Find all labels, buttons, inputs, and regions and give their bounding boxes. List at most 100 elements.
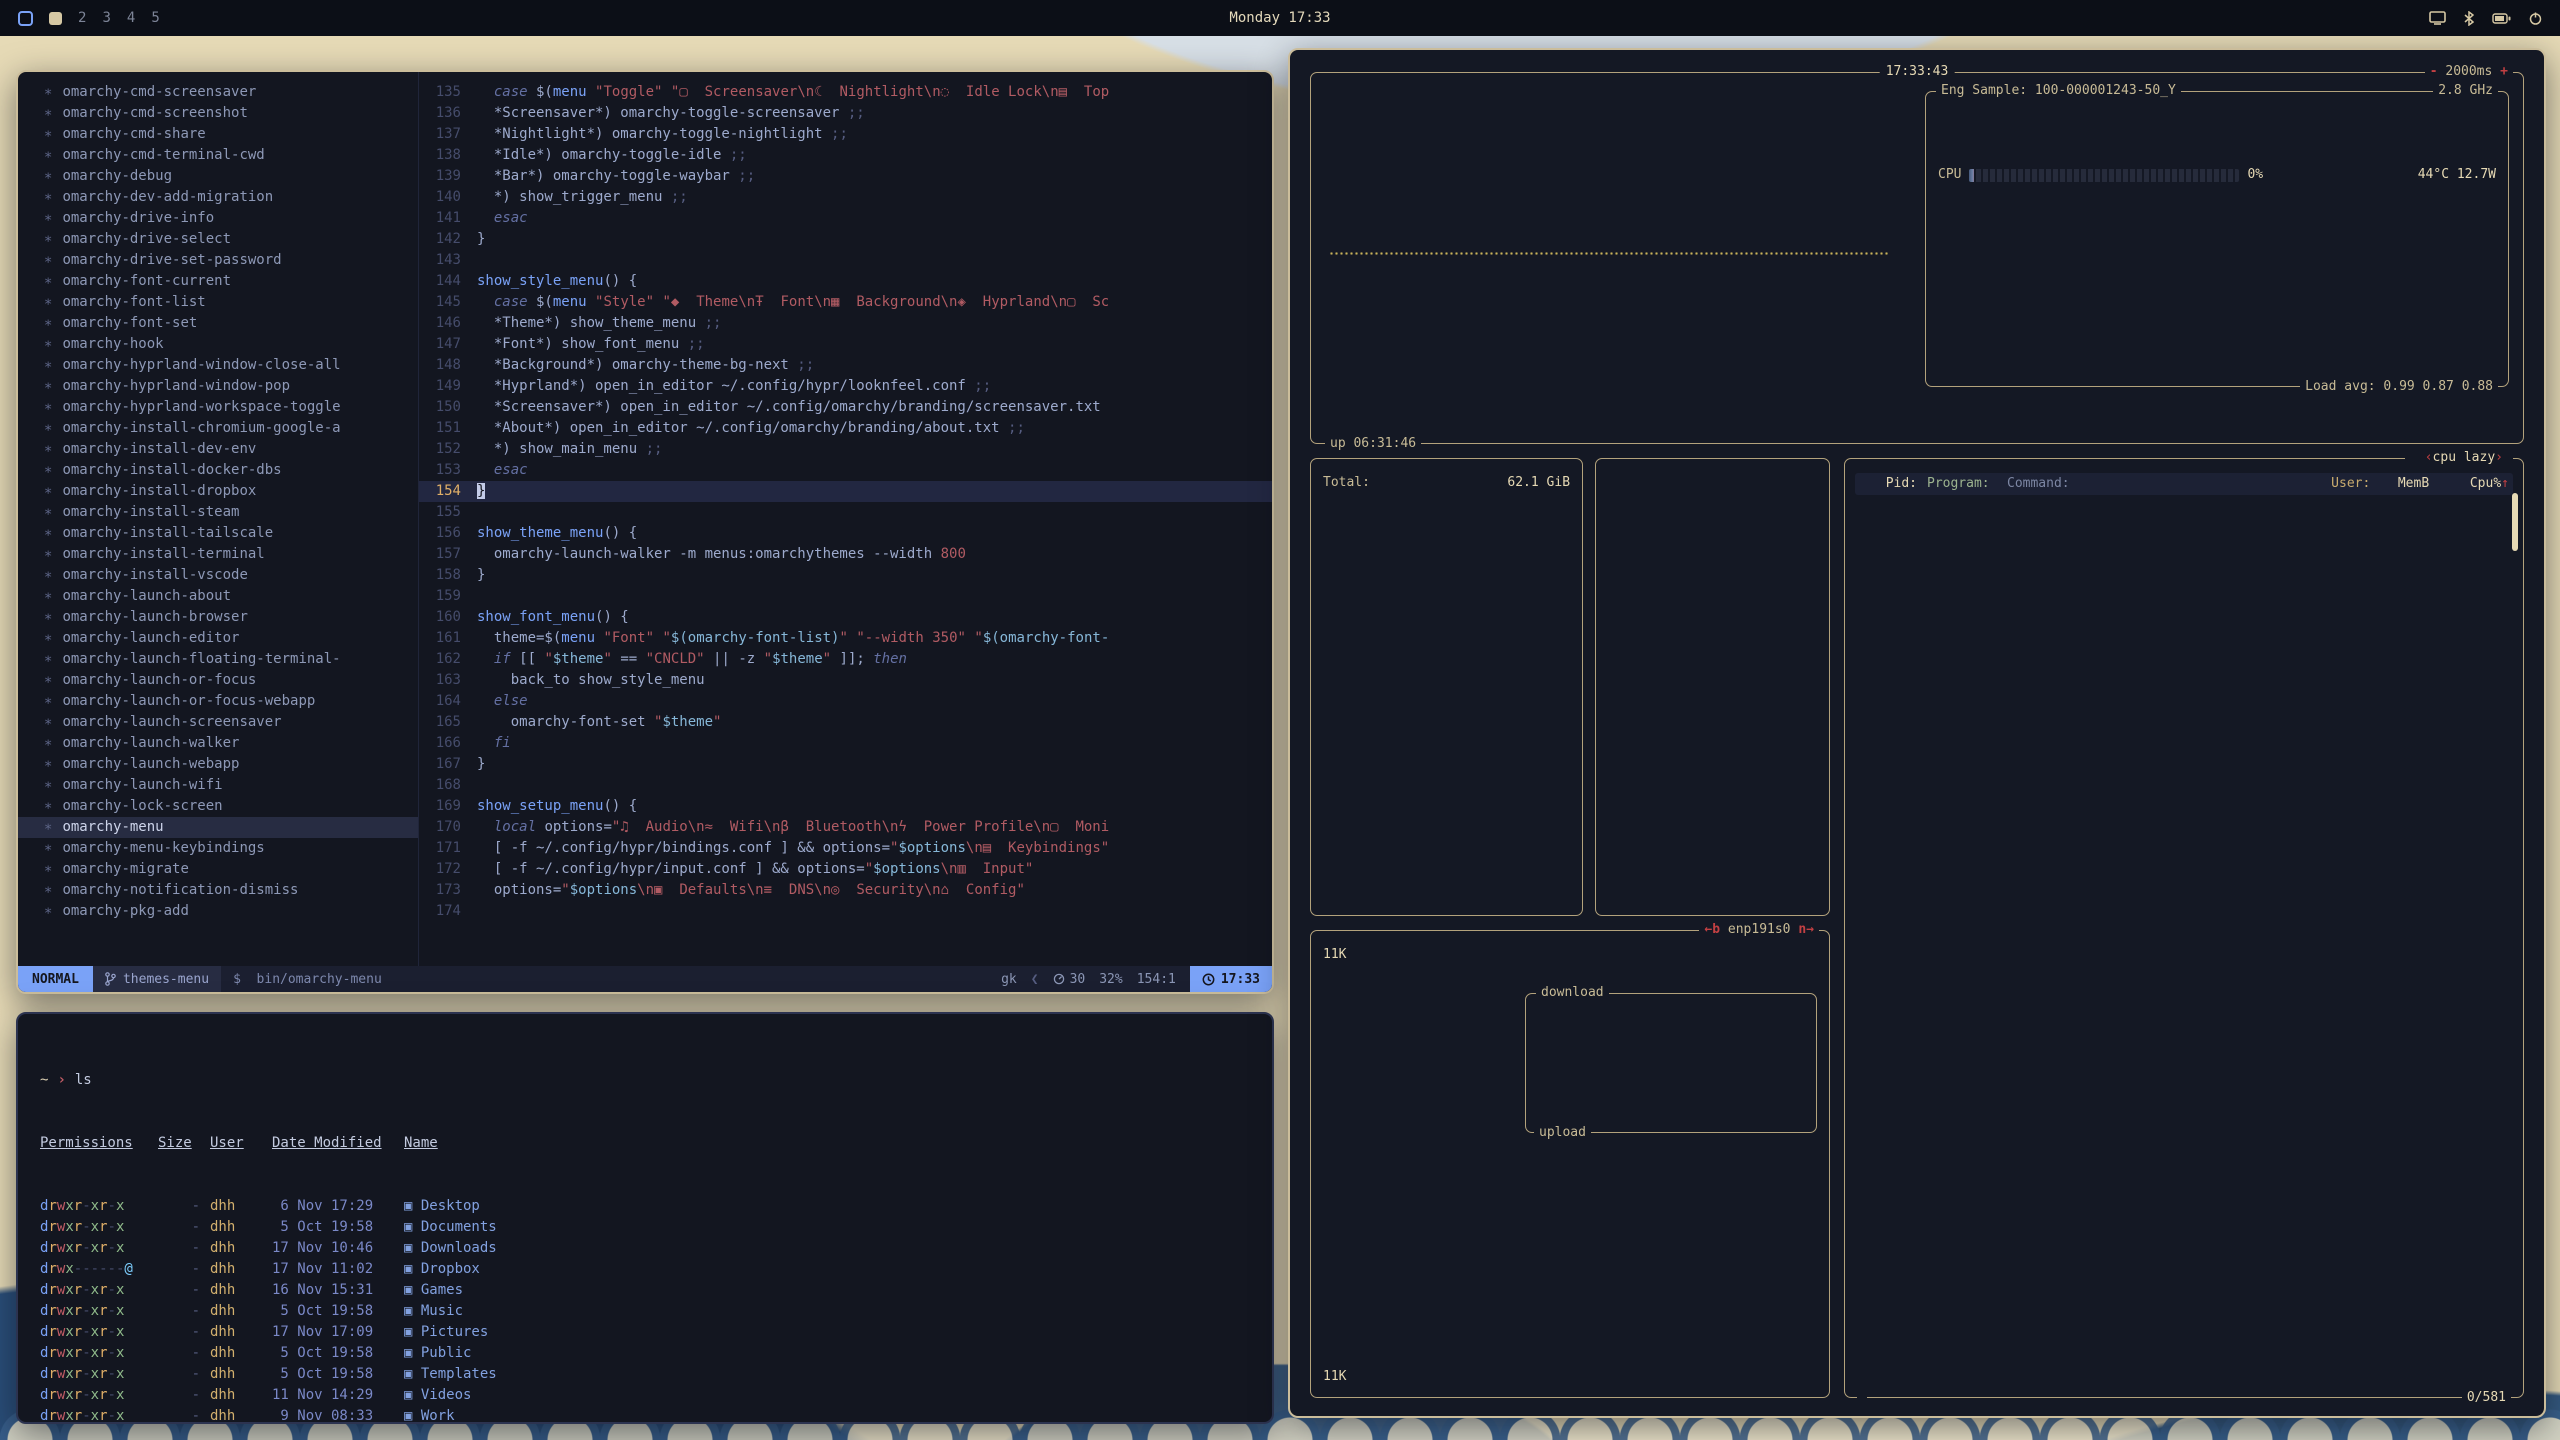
code-line[interactable]: 151 *About*) open_in_editor ~/.config/om… [419,418,1272,439]
code-line[interactable]: 159 [419,586,1272,607]
code-pane[interactable]: 135 case $(menu "Toggle" "▢ Screensaver\… [418,72,1272,966]
bluetooth-icon[interactable] [2464,11,2474,26]
code-line[interactable]: 165 omarchy-font-set "$theme" [419,712,1272,733]
tree-item[interactable]: ∗omarchy-launch-screensaver [44,712,418,733]
code-line[interactable]: 169show_setup_menu() { [419,796,1272,817]
code-line[interactable]: 149 *Hyprland*) open_in_editor ~/.config… [419,376,1272,397]
tree-item[interactable]: ∗omarchy-menu-keybindings [44,838,418,859]
tree-item[interactable]: ∗omarchy-launch-or-focus-webapp [44,691,418,712]
code-line[interactable]: 150 *Screensaver*) open_in_editor ~/.con… [419,397,1272,418]
screencast-icon[interactable] [2429,11,2446,25]
clock[interactable]: Monday 17:33 [618,10,1942,26]
tree-item[interactable]: ∗omarchy-install-steam [44,502,418,523]
battery-icon[interactable] [2492,13,2511,24]
tree-item[interactable]: ∗omarchy-install-vscode [44,565,418,586]
tree-item[interactable]: ∗omarchy-drive-set-password [44,250,418,271]
tree-item[interactable]: ∗omarchy-launch-webapp [44,754,418,775]
process-scrollbar[interactable] [2512,493,2518,551]
code-line[interactable]: 157 omarchy-launch-walker -m menus:omarc… [419,544,1272,565]
tree-item[interactable]: ∗omarchy-launch-browser [44,607,418,628]
tree-item[interactable]: ∗omarchy-launch-walker [44,733,418,754]
workspace-4[interactable]: 4 [127,10,135,26]
code-line[interactable]: 160show_font_menu() { [419,607,1272,628]
workspace-5[interactable]: 5 [151,10,159,26]
code-line[interactable]: 148 *Background*) omarchy-theme-bg-next … [419,355,1272,376]
code-line[interactable]: 139 *Bar*) omarchy-toggle-waybar ;; [419,166,1272,187]
code-line[interactable]: 143 [419,250,1272,271]
tree-item[interactable]: ∗omarchy-hyprland-workspace-toggle [44,397,418,418]
code-line[interactable]: 137 *Nightlight*) omarchy-toggle-nightli… [419,124,1272,145]
code-line[interactable]: 144show_style_menu() { [419,271,1272,292]
tree-item[interactable]: ∗omarchy-launch-floating-terminal- [44,649,418,670]
tree-item[interactable]: ∗omarchy-install-chromium-google-a [44,418,418,439]
tree-item[interactable]: ∗omarchy-cmd-screenshot [44,103,418,124]
cpu-model: Eng Sample: 100-000001243-50_Y [1936,81,2181,101]
tree-item[interactable]: ∗omarchy-dev-add-migration [44,187,418,208]
terminal-window[interactable]: ~ › ls PermissionsSizeUserDate ModifiedN… [16,1012,1274,1424]
code-line[interactable]: 152 *) show_main_menu ;; [419,439,1272,460]
code-line[interactable]: 136 *Screensaver*) omarchy-toggle-screen… [419,103,1272,124]
tree-item[interactable]: ∗omarchy-install-dropbox [44,481,418,502]
code-line[interactable]: 156show_theme_menu() { [419,523,1272,544]
code-line[interactable]: 140 *) show_trigger_menu ;; [419,187,1272,208]
tree-item[interactable]: ∗omarchy-launch-about [44,586,418,607]
tree-item[interactable]: ∗omarchy-install-docker-dbs [44,460,418,481]
workspace-2[interactable]: 2 [78,10,86,26]
network-interface[interactable]: ←b enp191s0 n→ [1699,920,1819,940]
code-line[interactable]: 161 theme=$(menu "Font" "$(omarchy-font-… [419,628,1272,649]
code-line[interactable]: 170 local options="♫ Audio\n≈ Wifi\nβ Bl… [419,817,1272,838]
tree-item[interactable]: ∗omarchy-hyprland-window-close-all [44,355,418,376]
code-line[interactable]: 138 *Idle*) omarchy-toggle-idle ;; [419,145,1272,166]
code-line[interactable]: 162 if [[ "$theme" == "CNCLD" || -z "$th… [419,649,1272,670]
code-line[interactable]: 164 else [419,691,1272,712]
code-line[interactable]: 145 case $(menu "Style" "◆ Theme\nŦ Font… [419,292,1272,313]
code-line[interactable]: 167} [419,754,1272,775]
code-line[interactable]: 155 [419,502,1272,523]
tree-item[interactable]: ∗omarchy-migrate [44,859,418,880]
tree-item[interactable]: ∗omarchy-install-tailscale [44,523,418,544]
code-line[interactable]: 135 case $(menu "Toggle" "▢ Screensaver\… [419,82,1272,103]
code-line[interactable]: 147 *Font*) show_font_menu ;; [419,334,1272,355]
workspace-1-active-indicator[interactable] [49,12,62,25]
workspace-3[interactable]: 3 [102,10,110,26]
code-line[interactable]: 174 [419,901,1272,922]
app-logo-icon[interactable] [18,11,33,26]
tree-item[interactable]: ∗omarchy-hook [44,334,418,355]
code-line[interactable]: 166 fi [419,733,1272,754]
tree-item[interactable]: ∗omarchy-drive-info [44,208,418,229]
tree-item[interactable]: ∗omarchy-cmd-terminal-cwd [44,145,418,166]
tree-item[interactable]: ∗omarchy-font-list [44,292,418,313]
tree-item[interactable]: ∗omarchy-launch-editor [44,628,418,649]
tree-item[interactable]: ∗omarchy-cmd-share [44,124,418,145]
tree-item[interactable]: ∗omarchy-drive-select [44,229,418,250]
tree-item[interactable]: ∗omarchy-menu [18,817,418,838]
tree-item[interactable]: ∗omarchy-install-terminal [44,544,418,565]
code-line[interactable]: 146 *Theme*) show_theme_menu ;; [419,313,1272,334]
process-table-header[interactable]: Pid: Program: Command: User: MemB Cpu% ↑ [1855,473,2513,495]
tree-item[interactable]: ∗omarchy-install-dev-env [44,439,418,460]
power-icon[interactable] [2529,12,2542,25]
code-line[interactable]: 142} [419,229,1272,250]
process-key-hints[interactable] [1857,1388,1867,1408]
code-line[interactable]: 163 back_to show_style_menu [419,670,1272,691]
git-branch[interactable]: themes-menu [93,966,221,992]
code-line[interactable]: 172 [ -f ~/.config/hypr/input.conf ] && … [419,859,1272,880]
code-line[interactable]: 171 [ -f ~/.config/hypr/bindings.conf ] … [419,838,1272,859]
code-line[interactable]: 154} [419,481,1272,502]
tree-item[interactable]: ∗omarchy-launch-wifi [44,775,418,796]
tree-item[interactable]: ∗omarchy-pkg-add [44,901,418,922]
code-line[interactable]: 173 options="$options\n▣ Defaults\n≡ DNS… [419,880,1272,901]
tree-item[interactable]: ∗omarchy-font-current [44,271,418,292]
code-line[interactable]: 168 [419,775,1272,796]
tree-item[interactable]: ∗omarchy-notification-dismiss [44,880,418,901]
tree-item[interactable]: ∗omarchy-debug [44,166,418,187]
tree-item[interactable]: ∗omarchy-font-set [44,313,418,334]
code-line[interactable]: 158} [419,565,1272,586]
tree-item[interactable]: ∗omarchy-launch-or-focus [44,670,418,691]
tree-item[interactable]: ∗omarchy-hyprland-window-pop [44,376,418,397]
refresh-rate-control[interactable]: - 2000ms + [2425,62,2513,82]
tree-item[interactable]: ∗omarchy-cmd-screensaver [44,82,418,103]
code-line[interactable]: 141 esac [419,208,1272,229]
tree-item[interactable]: ∗omarchy-lock-screen [44,796,418,817]
code-line[interactable]: 153 esac [419,460,1272,481]
